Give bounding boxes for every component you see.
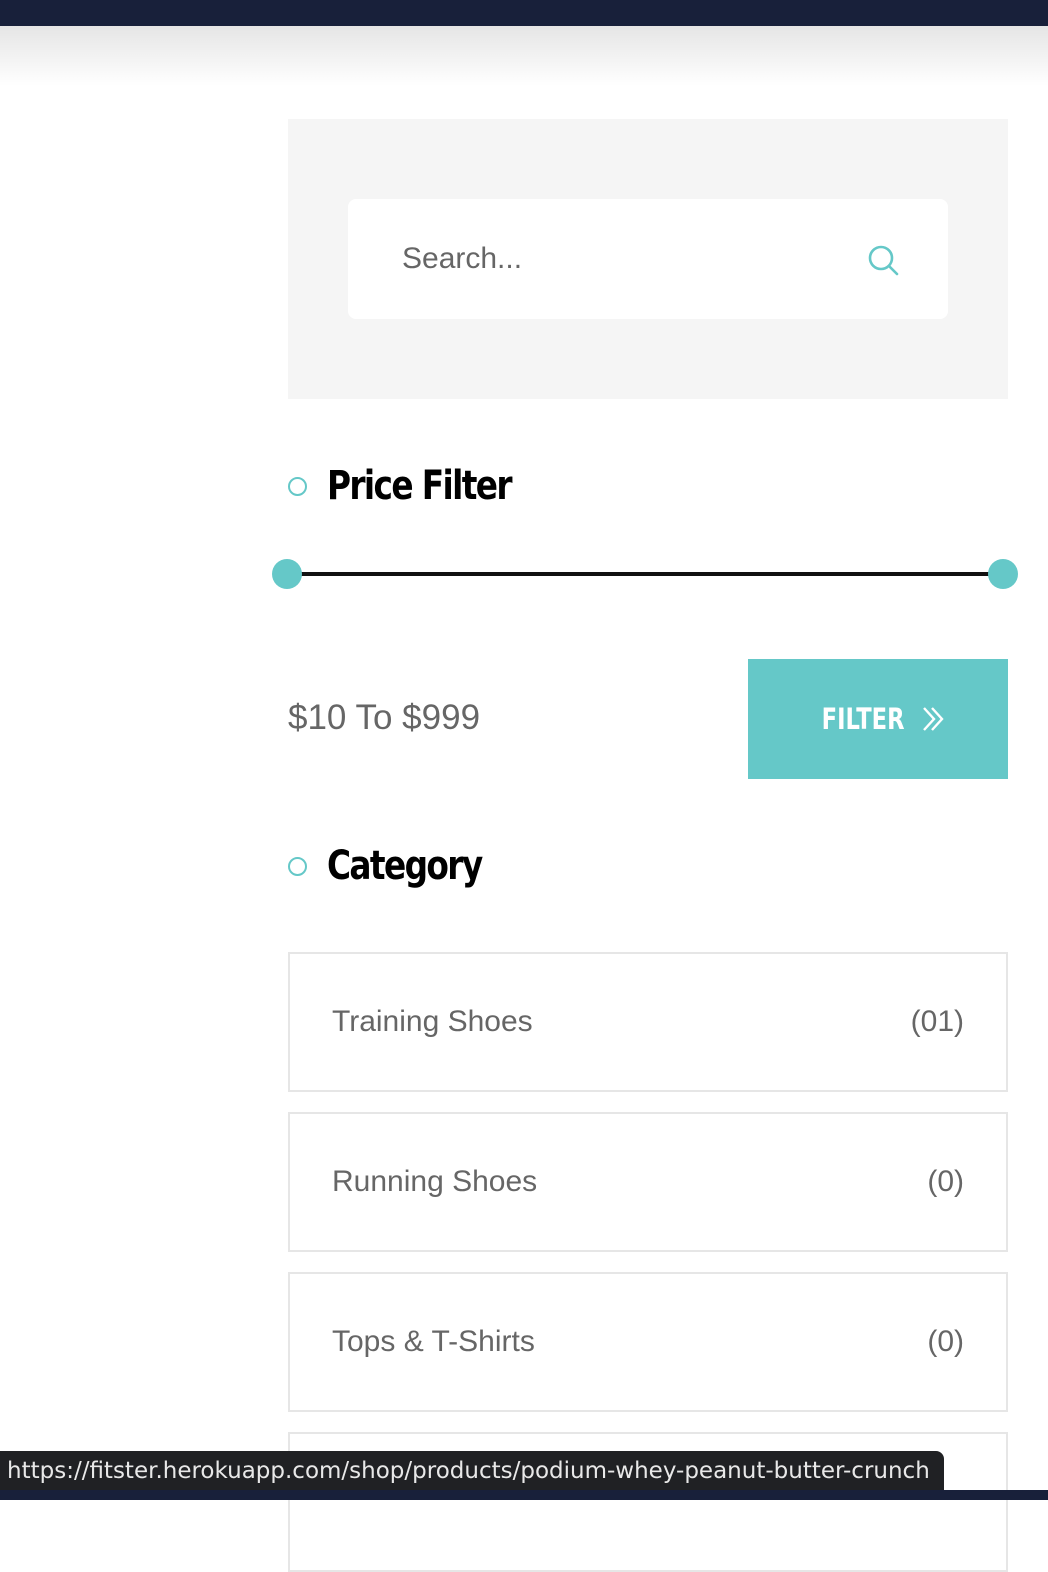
category-item-tops-t-shirts[interactable]: Tops & T-Shirts (0) [288, 1272, 1008, 1412]
search-input[interactable] [402, 235, 842, 283]
browser-status-url: https://fitster.herokuapp.com/shop/produ… [0, 1451, 944, 1491]
header-shadow [0, 26, 1048, 86]
filter-button[interactable]: FILTER [748, 659, 1008, 779]
search-box [348, 199, 948, 319]
search-widget [288, 119, 1008, 399]
category-count: (0) [927, 1165, 964, 1198]
price-range-label: $10 To $999 [288, 698, 481, 737]
category-item-running-shoes[interactable]: Running Shoes (0) [288, 1112, 1008, 1252]
price-slider-max-handle[interactable] [988, 559, 1018, 589]
category-item-training-shoes[interactable]: Training Shoes (01) [288, 952, 1008, 1092]
category-count: (0) [927, 1325, 964, 1358]
price-slider-range [287, 572, 1003, 576]
double-chevron-right-icon [923, 707, 944, 731]
price-slider-min-handle[interactable] [272, 559, 302, 589]
category-heading: Category [288, 836, 516, 896]
price-filter-title: Price Filter [327, 463, 513, 509]
category-name: Tops & T-Shirts [332, 1325, 535, 1358]
top-nav-bar [0, 0, 1048, 26]
filter-button-label: FILTER [821, 702, 905, 736]
category-title: Category [327, 843, 483, 889]
category-count: (01) [910, 1005, 964, 1038]
circle-outline-icon [288, 856, 307, 876]
category-name: Running Shoes [332, 1165, 538, 1198]
bottom-bar [0, 1490, 1048, 1500]
circle-outline-icon [288, 476, 307, 496]
search-icon[interactable] [866, 243, 902, 279]
category-name: Training Shoes [332, 1005, 533, 1038]
price-filter-heading: Price Filter [288, 456, 551, 516]
